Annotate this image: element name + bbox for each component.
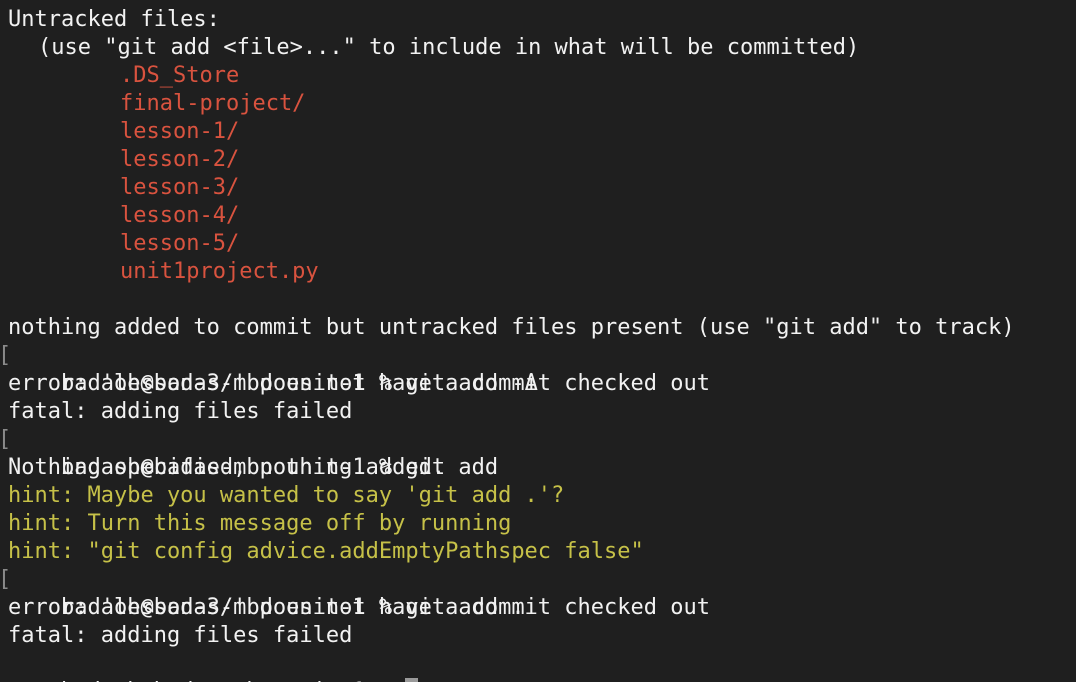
untracked-header: Untracked files: (8, 7, 220, 32)
current-prompt-line[interactable]: badaoh@badas-mbp unit-1 % (0, 650, 1076, 682)
command-line: [badaoh@badas-mbp unit-1 % git add . (0, 566, 1076, 620)
error-line: error: 'lesson-3/' does not have a commi… (8, 371, 710, 396)
untracked-file: .DS_Store (120, 63, 240, 88)
fatal-line: fatal: adding files failed (8, 399, 353, 424)
nothing-added-line: Nothing specified, nothing added. (8, 455, 446, 480)
untracked-file: lesson-1/ (120, 119, 240, 144)
untracked-file: lesson-4/ (120, 203, 240, 228)
untracked-file: unit1project.py (120, 259, 319, 284)
hint-line: hint: "git config advice.addEmptyPathspe… (8, 539, 644, 564)
untracked-instruction: (use "git add <file>..." to include in w… (38, 35, 860, 60)
command-line: [badaoh@badas-mbp unit-1 % git add (0, 426, 1076, 480)
terminal-window[interactable]: Untracked files: (use "git add <file>...… (0, 0, 1076, 682)
hint-line: hint: Maybe you wanted to say 'git add .… (8, 483, 565, 508)
untracked-file: lesson-5/ (120, 231, 240, 256)
hint-line: hint: Turn this message off by running (8, 511, 512, 536)
prompt-marker: [ (0, 426, 11, 454)
fatal-line: fatal: adding files failed (8, 623, 353, 648)
untracked-file: lesson-3/ (120, 175, 240, 200)
untracked-file: final-project/ (120, 91, 306, 116)
error-line: error: 'lesson-3/' does not have a commi… (8, 595, 710, 620)
untracked-file: lesson-2/ (120, 147, 240, 172)
command-line: [badaoh@badas-mbp unit-1 % git add -A (0, 342, 1076, 396)
text-cursor[interactable] (405, 678, 419, 682)
prompt-marker: [ (0, 342, 11, 370)
prompt-marker: [ (0, 566, 11, 594)
status-summary: nothing added to commit but untracked fi… (8, 315, 1015, 340)
